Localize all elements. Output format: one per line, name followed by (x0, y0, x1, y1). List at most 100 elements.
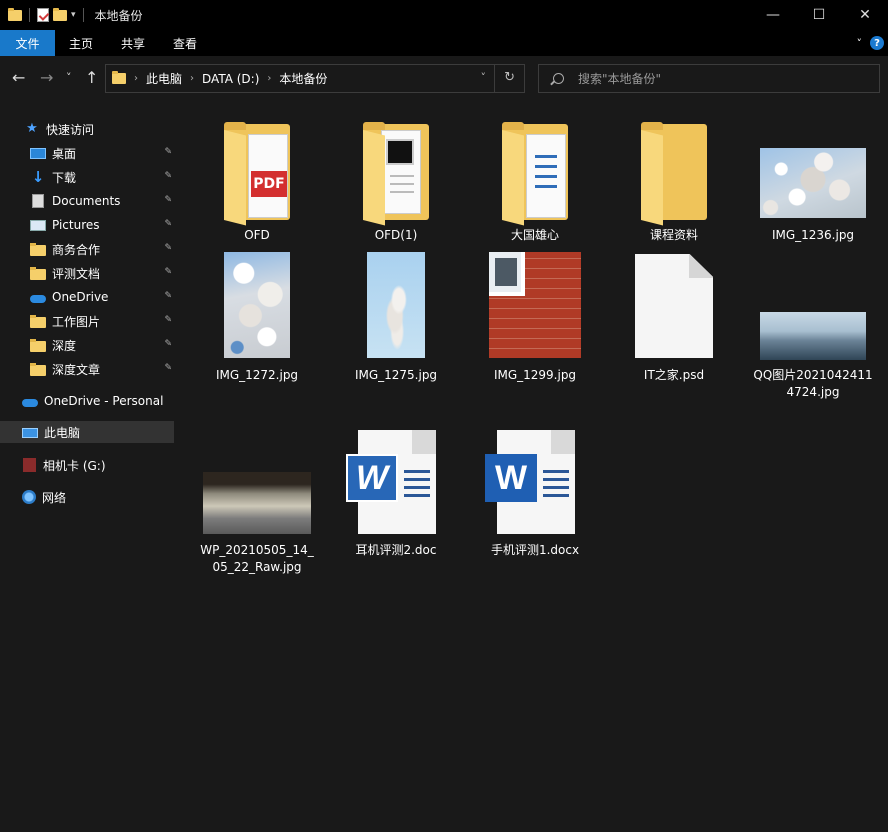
folder-icon (30, 314, 46, 328)
sidebar-item-business[interactable]: 商务合作 ✎ (30, 238, 176, 260)
file-item-ofd-1[interactable]: OFD(1) (332, 100, 460, 242)
recent-locations-dropdown[interactable]: ˅ (66, 71, 72, 84)
address-history-dropdown[interactable]: ˅ (481, 71, 487, 84)
file-item-ofd[interactable]: PDF OFD (193, 100, 321, 242)
forward-button[interactable]: → (40, 68, 53, 87)
search-box[interactable] (538, 64, 880, 93)
maximize-button[interactable]: ☐ (796, 0, 842, 30)
window-controls: — ☐ ✕ (750, 0, 888, 30)
desktop-icon (30, 148, 46, 159)
folder-icon (30, 338, 46, 352)
file-item-course[interactable]: 课程资料 (610, 100, 738, 242)
refresh-icon[interactable]: ↻ (504, 70, 515, 85)
sidebar-item-desktop[interactable]: 桌面 ✎ (30, 142, 176, 164)
breadcrumb-separator[interactable]: › (190, 73, 194, 84)
sidebar-item-label: Documents (52, 194, 121, 208)
tab-home[interactable]: 主页 (55, 30, 107, 56)
search-input[interactable] (578, 71, 858, 86)
image-thumbnail (193, 250, 321, 372)
breadcrumb-this-pc[interactable]: 此电脑 (146, 70, 182, 87)
file-item-img-1275[interactable]: IMG_1275.jpg (332, 250, 460, 390)
file-name: IMG_1272.jpg (215, 368, 299, 382)
file-name: IMG_1236.jpg (771, 228, 855, 242)
close-button[interactable]: ✕ (842, 0, 888, 30)
navigation-bar: ← → ˅ ↑ › 此电脑 › DATA (D:) › 本地备份 ˅ ↻ (0, 56, 888, 100)
sidebar-item-downloads[interactable]: ↓ 下载 ✎ (30, 166, 176, 188)
breadcrumb-separator[interactable]: › (267, 73, 271, 84)
expand-ribbon-chevron-icon[interactable]: ˅ (857, 37, 863, 50)
quick-access-toolbar: ▾ 本地备份 (0, 0, 143, 30)
pin-icon[interactable]: ✎ (164, 147, 172, 157)
help-icon[interactable]: ? (870, 36, 884, 50)
new-folder-icon[interactable] (53, 7, 67, 21)
tab-file[interactable]: 文件 (0, 30, 55, 56)
tab-view[interactable]: 查看 (159, 30, 211, 56)
file-item-phone-docx[interactable]: W 手机评测1.docx (471, 425, 599, 565)
toolbar-divider (29, 8, 30, 22)
sidebar-item-onedrive-personal[interactable]: OneDrive - Personal (22, 390, 176, 412)
pin-icon[interactable]: ✎ (164, 339, 172, 349)
address-divider (494, 65, 495, 92)
sidebar-item-this-pc[interactable]: 此电脑 (0, 421, 174, 443)
file-item-earphone-doc[interactable]: W 耳机评测2.doc (332, 425, 460, 565)
screenshot-icon (386, 139, 414, 165)
breadcrumb-current-folder[interactable]: 本地备份 (279, 70, 327, 87)
customize-toolbar-dropdown[interactable]: ▾ (71, 10, 76, 20)
toolbar-divider (82, 8, 84, 22)
image-thumbnail (471, 250, 599, 372)
tab-share[interactable]: 共享 (107, 30, 159, 56)
sidebar-item-work-images[interactable]: 工作图片 ✎ (30, 310, 176, 332)
window-title: 本地备份 (94, 8, 143, 23)
word-logo: W (346, 454, 398, 502)
properties-icon[interactable] (37, 8, 49, 22)
file-name: 耳机评测2.doc (355, 543, 437, 557)
breadcrumb-separator[interactable]: › (134, 73, 138, 84)
pin-icon[interactable]: ✎ (164, 363, 172, 373)
photo-thumbnail (760, 312, 866, 360)
image-thumbnail (749, 100, 877, 222)
word-document-icon: W (346, 430, 436, 534)
back-button[interactable]: ← (12, 68, 25, 87)
file-item-img-1236[interactable]: IMG_1236.jpg (749, 100, 877, 242)
sidebar-item-network[interactable]: 网络 (22, 486, 176, 508)
sidebar-item-label: 桌面 (52, 146, 77, 161)
minimize-button[interactable]: — (750, 0, 796, 30)
sidebar-item-review-docs[interactable]: 评测文档 ✎ (30, 262, 176, 284)
file-item-it-psd[interactable]: IT之家.psd (610, 250, 738, 390)
file-item-qq-image[interactable]: QQ图片20210424114724.jpg (749, 250, 877, 399)
sidebar-item-camera-card[interactable]: 相机卡 (G:) (22, 454, 176, 476)
sidebar-quick-access[interactable]: ★ 快速访问 (24, 118, 174, 140)
sidebar-item-documents[interactable]: Documents ✎ (30, 190, 176, 212)
sidebar-item-onedrive-pinned[interactable]: OneDrive ✎ (30, 286, 176, 308)
sidebar-item-depth-articles[interactable]: 深度文章 ✎ (30, 358, 176, 380)
file-item-wp-raw[interactable]: WP_20210505_14_05_22_Raw.jpg (193, 425, 321, 574)
pin-icon[interactable]: ✎ (164, 195, 172, 205)
pin-icon[interactable]: ✎ (164, 171, 172, 181)
breadcrumb-data-drive[interactable]: DATA (D:) (202, 72, 259, 86)
up-button[interactable]: ↑ (85, 68, 98, 87)
file-thumbnail: W (471, 425, 599, 547)
pin-icon[interactable]: ✎ (164, 243, 172, 253)
sidebar-item-pictures[interactable]: Pictures ✎ (30, 214, 176, 236)
blank-file-icon (635, 254, 713, 358)
sidebar-item-label: 下载 (52, 170, 77, 185)
file-item-img-1272[interactable]: IMG_1272.jpg (193, 250, 321, 390)
file-list: PDF OFD OFD(1) 大国雄心 课程资料 IMG_1236.jpg IM… (176, 100, 888, 832)
ribbon-tabs: 文件 主页 共享 查看 ˅ ? (0, 30, 888, 56)
sidebar-item-label: 商务合作 (52, 242, 101, 257)
sd-card-icon (23, 458, 36, 472)
file-item-daguo[interactable]: 大国雄心 (471, 100, 599, 242)
address-bar[interactable]: › 此电脑 › DATA (D:) › 本地备份 ˅ ↻ (105, 64, 525, 93)
sidebar-item-label: 此电脑 (44, 425, 81, 440)
pin-icon[interactable]: ✎ (164, 267, 172, 277)
file-name: IMG_1275.jpg (354, 368, 438, 382)
pin-icon[interactable]: ✎ (164, 315, 172, 325)
image-thumbnail (332, 250, 460, 372)
network-icon (22, 490, 36, 504)
sidebar-item-label: 深度 (52, 338, 77, 353)
pin-icon[interactable]: ✎ (164, 219, 172, 229)
sidebar-item-depth[interactable]: 深度 ✎ (30, 334, 176, 356)
pin-icon[interactable]: ✎ (164, 291, 172, 301)
image-thumbnail (193, 425, 321, 547)
file-item-img-1299[interactable]: IMG_1299.jpg (471, 250, 599, 390)
